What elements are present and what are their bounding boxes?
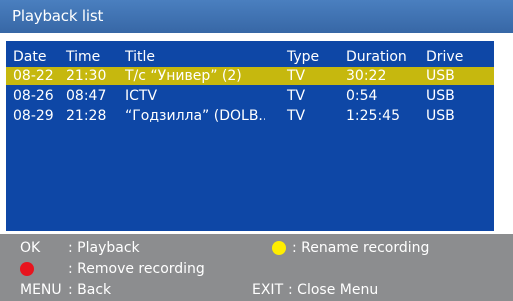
- column-type: Type: [287, 49, 320, 65]
- column-duration: Duration: [346, 49, 407, 65]
- row-time: 21:28: [66, 108, 107, 124]
- remove-recording-hint: : Remove recording: [68, 261, 205, 277]
- close-menu-hint: : Close Menu: [288, 282, 379, 298]
- row-duration: 1:25:45: [346, 108, 400, 124]
- row-duration: 30:22: [346, 68, 387, 84]
- row-title: Т/с “Универ” (2): [125, 68, 242, 84]
- column-drive: Drive: [426, 49, 464, 65]
- table-header: Date Time Title Type Duration Drive: [6, 48, 494, 66]
- row-type: TV: [287, 68, 306, 84]
- row-type: TV: [287, 108, 306, 124]
- row-date: 08-26: [13, 88, 54, 104]
- window-header: Playback list: [0, 0, 513, 33]
- column-title: Title: [125, 49, 156, 65]
- red-button-icon: [20, 262, 34, 276]
- playback-list-window: Playback list Date Time Title Type Durat…: [0, 0, 513, 301]
- row-drive: USB: [426, 88, 455, 104]
- ok-key-label: OK: [20, 240, 41, 256]
- row-time: 21:30: [66, 68, 107, 84]
- row-date: 08-22: [13, 68, 54, 84]
- playback-hint: : Playback: [68, 240, 140, 256]
- row-type: TV: [287, 88, 306, 104]
- rename-recording-hint: : Rename recording: [292, 240, 430, 256]
- row-time: 08:47: [66, 88, 107, 104]
- row-drive: USB: [426, 108, 455, 124]
- row-duration: 0:54: [346, 88, 378, 104]
- back-hint: : Back: [68, 282, 112, 298]
- column-date: Date: [13, 49, 47, 65]
- row-date: 08-29: [13, 108, 54, 124]
- yellow-button-icon: [272, 241, 286, 255]
- column-time: Time: [66, 49, 101, 65]
- exit-key-label: EXIT: [252, 282, 284, 298]
- row-title: ICTV: [125, 88, 158, 104]
- table-row[interactable]: 08-22 21:30 Т/с “Универ” (2) TV 30:22 US…: [6, 67, 494, 85]
- row-title: “Годзилла” (DOLB...: [125, 108, 265, 124]
- window-title: Playback list: [12, 7, 104, 25]
- help-bar: OK : Playback : Rename recording : Remov…: [0, 234, 513, 301]
- list-scrollbar[interactable]: [494, 60, 513, 231]
- row-drive: USB: [426, 68, 455, 84]
- table-row[interactable]: 08-29 21:28 “Годзилла” (DOLB... TV 1:25:…: [6, 107, 494, 125]
- table-row[interactable]: 08-26 08:47 ICTV TV 0:54 USB: [6, 87, 494, 105]
- recordings-table: Date Time Title Type Duration Drive 08-2…: [6, 41, 494, 231]
- menu-key-label: MENU: [20, 282, 62, 298]
